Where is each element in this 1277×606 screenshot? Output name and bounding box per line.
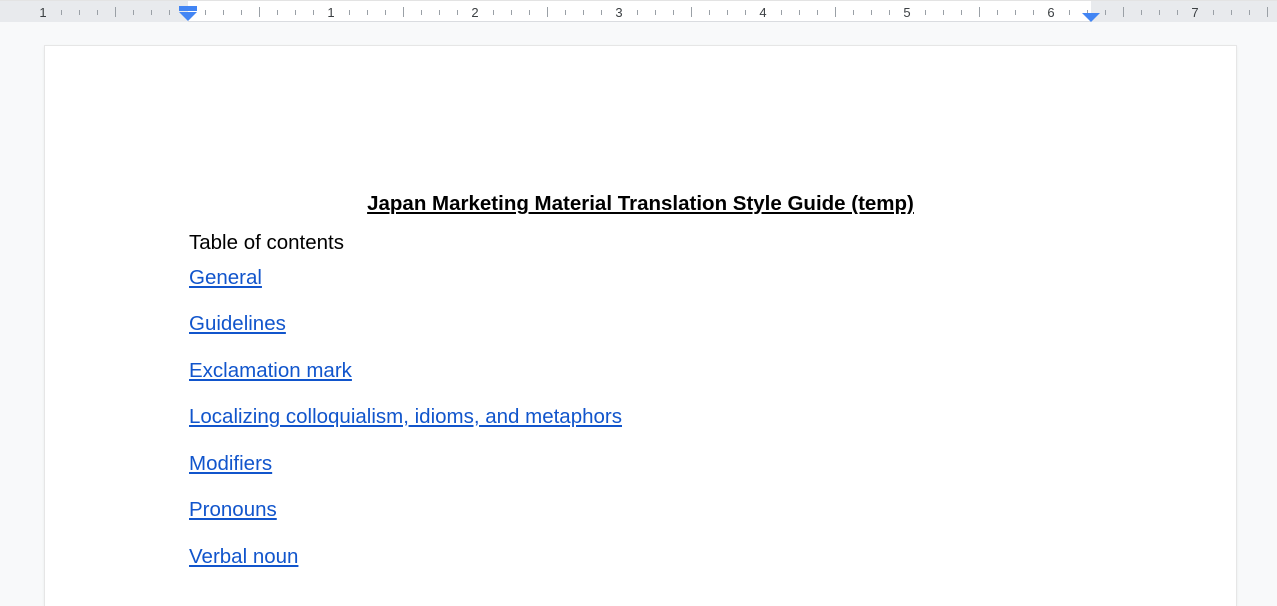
toc-link-general[interactable]: General xyxy=(189,266,262,290)
ruler-tick xyxy=(223,10,224,15)
ruler-label: 3 xyxy=(615,5,623,20)
ruler-label: 6 xyxy=(1047,5,1055,20)
ruler-tick xyxy=(835,7,836,17)
document-page[interactable]: Japan Marketing Material Translation Sty… xyxy=(45,46,1236,606)
ruler-tick xyxy=(241,10,242,15)
toc-link-pronouns[interactable]: Pronouns xyxy=(189,498,277,522)
ruler-tick xyxy=(853,10,854,15)
ruler-tick xyxy=(1159,10,1160,15)
ruler-tick xyxy=(205,10,206,15)
ruler-tick xyxy=(637,10,638,15)
ruler-tick xyxy=(979,7,980,17)
ruler-label: 5 xyxy=(903,5,911,20)
ruler-tick xyxy=(511,10,512,15)
ruler-tick xyxy=(745,10,746,15)
ruler-tick xyxy=(133,10,134,15)
ruler-tick xyxy=(367,10,368,15)
ruler-tick xyxy=(151,10,152,15)
ruler-tick xyxy=(1069,10,1070,15)
ruler-tick xyxy=(925,10,926,15)
toc-link-localizing[interactable]: Localizing colloquialism, idioms, and me… xyxy=(189,405,622,429)
ruler-tick xyxy=(79,10,80,15)
document-title: Japan Marketing Material Translation Sty… xyxy=(367,192,914,215)
ruler-tick xyxy=(583,10,584,15)
ruler-tick xyxy=(1015,10,1016,15)
ruler-tick xyxy=(295,10,296,15)
right-indent-marker-icon[interactable] xyxy=(1081,12,1101,23)
ruler-label: 2 xyxy=(471,5,479,20)
ruler-tick xyxy=(1213,10,1214,15)
ruler-tick xyxy=(655,10,656,15)
ruler-tick xyxy=(547,7,548,17)
ruler-tick xyxy=(781,10,782,15)
ruler-tick xyxy=(349,10,350,15)
ruler-tick xyxy=(691,7,692,17)
ruler-label: 7 xyxy=(1191,5,1199,20)
ruler-tick xyxy=(403,7,404,17)
ruler-label: 1 xyxy=(327,5,335,20)
ruler-tick xyxy=(799,10,800,15)
ruler-tick xyxy=(601,10,602,15)
ruler-tick xyxy=(259,7,260,17)
ruler-tick xyxy=(709,10,710,15)
ruler-tick xyxy=(277,10,278,15)
ruler-tick xyxy=(943,10,944,15)
ruler-tick xyxy=(385,10,386,15)
ruler-label: 4 xyxy=(759,5,767,20)
ruler-tick xyxy=(673,10,674,15)
ruler-tick xyxy=(439,10,440,15)
ruler-tick xyxy=(493,10,494,15)
ruler-tick xyxy=(1033,10,1034,15)
ruler-tick xyxy=(1177,10,1178,15)
toc-link-modifiers[interactable]: Modifiers xyxy=(189,452,272,476)
ruler-tick xyxy=(421,10,422,15)
ruler-tick xyxy=(1105,10,1106,15)
ruler-tick xyxy=(313,10,314,15)
ruler-tick xyxy=(457,10,458,15)
ruler-tick xyxy=(61,10,62,15)
ruler-left-margin xyxy=(0,1,188,22)
toc-link-guidelines[interactable]: Guidelines xyxy=(189,312,286,336)
ruler-label: 1 xyxy=(39,5,47,20)
horizontal-ruler[interactable]: 1 1 2 3 4 5 6 7 xyxy=(0,0,1277,22)
ruler-tick xyxy=(1141,10,1142,15)
ruler-tick xyxy=(817,10,818,15)
ruler-tick xyxy=(889,10,890,15)
toc-link-verbal-noun[interactable]: Verbal noun xyxy=(189,545,298,569)
ruler-tick xyxy=(97,10,98,15)
ruler-tick xyxy=(1267,7,1268,17)
ruler-tick xyxy=(1249,10,1250,15)
ruler-tick xyxy=(169,10,170,15)
ruler-tick xyxy=(529,10,530,15)
ruler-tick xyxy=(115,7,116,17)
ruler-tick xyxy=(565,10,566,15)
toc-link-exclamation-mark[interactable]: Exclamation mark xyxy=(189,359,352,383)
ruler-tick xyxy=(961,10,962,15)
ruler-tick xyxy=(1123,7,1124,17)
left-indent-marker-icon[interactable] xyxy=(178,6,198,23)
ruler-tick xyxy=(727,10,728,15)
toc-heading: Table of contents xyxy=(189,231,344,254)
ruler-tick xyxy=(1231,10,1232,15)
ruler-tick xyxy=(997,10,998,15)
ruler-tick xyxy=(871,10,872,15)
